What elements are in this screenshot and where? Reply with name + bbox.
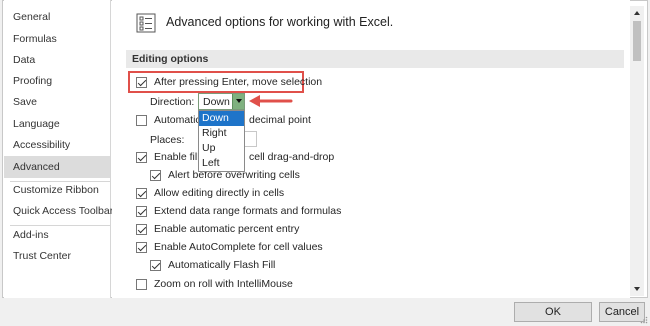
sidebar-item-quick-access-toolbar[interactable]: Quick Access Toolbar	[4, 200, 113, 222]
options-list-icon	[136, 13, 156, 33]
page-title: Advanced options for working with Excel.	[166, 15, 394, 29]
direction-label: Direction:	[150, 96, 195, 108]
places-spinner[interactable]	[245, 131, 257, 147]
scrollbar-thumb[interactable]	[633, 21, 641, 61]
auto-decimal-checkbox[interactable]	[136, 114, 147, 126]
option-after-enter[interactable]: After pressing Enter, move selection	[136, 74, 322, 90]
zoom-intellimouse-checkbox[interactable]	[136, 278, 147, 290]
resize-grip-icon[interactable]	[640, 316, 648, 324]
option-zoom-intellimouse[interactable]: Zoom on roll with IntelliMouse	[136, 276, 293, 292]
auto-percent-checkbox[interactable]	[136, 223, 147, 235]
option-label: Extend data range formats and formulas	[154, 205, 342, 217]
option-label: decimal point	[249, 114, 311, 126]
places-label: Places:	[150, 134, 185, 146]
options-sidebar: General Formulas Data Proofing Save Lang…	[4, 0, 113, 298]
option-flash-fill[interactable]: Automatically Flash Fill	[150, 257, 275, 273]
option-label: cell drag-and-drop	[249, 151, 335, 163]
direction-select-value: Down	[203, 96, 230, 108]
section-title: Editing options	[132, 53, 209, 65]
dropdown-option-left[interactable]: Left	[199, 156, 244, 171]
direction-dropdown-list: Down Right Up Left	[198, 110, 245, 172]
sidebar-item-accessibility[interactable]: Accessibility	[4, 134, 110, 156]
autocomplete-checkbox[interactable]	[136, 241, 147, 253]
cancel-button[interactable]: Cancel	[599, 302, 645, 322]
sidebar-item-language[interactable]: Language	[4, 113, 110, 135]
option-label-continued: decimal point	[249, 112, 311, 128]
option-label: Enable automatic percent entry	[154, 223, 300, 235]
chevron-down-icon[interactable]	[232, 94, 244, 109]
option-label: Automatically Flash Fill	[168, 259, 276, 271]
option-label-continued: cell drag-and-drop	[249, 149, 334, 165]
option-edit-in-cells[interactable]: Allow editing directly in cells	[136, 185, 284, 201]
alert-overwrite-checkbox[interactable]	[150, 169, 161, 181]
ok-button[interactable]: OK	[514, 302, 592, 322]
option-label: Enable AutoComplete for cell values	[154, 241, 323, 253]
dropdown-option-right[interactable]: Right	[199, 126, 244, 141]
sidebar-item-formulas[interactable]: Formulas	[4, 28, 110, 50]
annotation-arrow-icon	[249, 95, 293, 107]
direction-select[interactable]: Down	[198, 93, 245, 110]
sidebar-item-general[interactable]: General	[4, 6, 110, 28]
fill-handle-checkbox[interactable]	[136, 151, 147, 163]
option-label: Allow editing directly in cells	[154, 187, 285, 199]
option-label: After pressing Enter, move selection	[154, 76, 323, 88]
extend-formats-checkbox[interactable]	[136, 205, 147, 217]
flash-fill-checkbox[interactable]	[150, 259, 161, 271]
sidebar-item-trust-center[interactable]: Trust Center	[4, 245, 110, 267]
advanced-options-panel: Advanced options for working with Excel.…	[112, 0, 630, 298]
sidebar-item-customize-ribbon[interactable]: Customize Ribbon	[4, 179, 110, 201]
option-extend-formats[interactable]: Extend data range formats and formulas	[136, 203, 341, 219]
vertical-scrollbar[interactable]	[630, 6, 644, 296]
option-label: Zoom on roll with IntelliMouse	[154, 278, 293, 290]
after-enter-checkbox[interactable]	[136, 76, 147, 88]
scroll-up-icon[interactable]	[630, 6, 644, 20]
sidebar-item-data[interactable]: Data	[4, 49, 110, 71]
dropdown-option-up[interactable]: Up	[199, 141, 244, 156]
option-autocomplete[interactable]: Enable AutoComplete for cell values	[136, 239, 323, 255]
sidebar-item-save[interactable]: Save	[4, 91, 110, 113]
option-auto-percent[interactable]: Enable automatic percent entry	[136, 221, 299, 237]
sidebar-item-add-ins[interactable]: Add-ins	[4, 224, 110, 246]
dropdown-option-down[interactable]: Down	[199, 111, 244, 126]
scroll-down-icon[interactable]	[630, 282, 644, 296]
sidebar-item-proofing[interactable]: Proofing	[4, 70, 110, 92]
option-auto-decimal[interactable]: Automatica	[136, 112, 207, 128]
edit-in-cells-checkbox[interactable]	[136, 187, 147, 199]
sidebar-item-advanced[interactable]: Advanced	[4, 156, 110, 178]
